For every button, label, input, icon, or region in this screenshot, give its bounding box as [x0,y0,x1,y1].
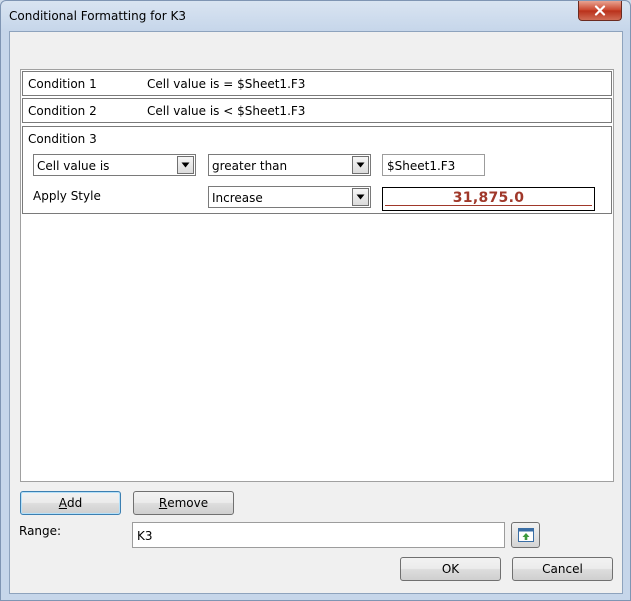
range-input[interactable]: K3 [132,522,505,548]
cancel-button[interactable]: Cancel [512,557,613,581]
shrink-range-button[interactable] [511,522,540,548]
chevron-down-icon [356,162,365,168]
remove-button-mnemonic: R [158,496,168,510]
add-button-mnemonic: A [58,496,67,510]
condition-3-panel: Condition 3 Cell value is greater than $… [22,126,612,214]
shrink-range-icon [517,528,534,542]
dialog-body: Condition 1 Cell value is = $Sheet1.F3 C… [9,31,623,594]
operator-dropdown[interactable]: greater than [208,154,371,176]
remove-button[interactable]: Remove [133,491,234,515]
operator-value: greater than [212,159,288,173]
chevron-down-icon [356,194,365,200]
range-value: K3 [137,529,153,543]
range-label: Range: [19,524,62,538]
style-preview: 31,875.0 [382,187,595,211]
add-button[interactable]: Add [20,491,121,515]
style-dropdown[interactable]: Increase [208,186,371,208]
dialog-window: Conditional Formatting for K3 Condition … [0,0,631,601]
condition-type-dropdown-button[interactable] [177,156,194,174]
ok-button[interactable]: OK [400,557,501,581]
apply-style-label: Apply Style [33,189,101,203]
window-title: Conditional Formatting for K3 [9,9,186,23]
chevron-down-icon [181,162,190,168]
operator-dropdown-button[interactable] [352,156,369,174]
title-bar[interactable]: Conditional Formatting for K3 [1,1,630,31]
condition-2-label: Condition 2 [28,104,97,118]
condition-2-description: Cell value is < $Sheet1.F3 [147,104,306,118]
condition-type-dropdown[interactable]: Cell value is [33,154,196,176]
close-button[interactable] [578,1,622,21]
ok-button-label: OK [441,562,460,576]
remove-button-label: emove [167,496,209,510]
operand-value: $Sheet1.F3 [387,159,456,173]
condition-2-row[interactable]: Condition 2 Cell value is < $Sheet1.F3 [22,98,612,123]
style-preview-text: 31,875.0 [452,190,525,206]
operand-input[interactable]: $Sheet1.F3 [382,154,485,176]
style-value: Increase [212,191,263,205]
condition-1-row[interactable]: Condition 1 Cell value is = $Sheet1.F3 [22,71,612,96]
condition-1-label: Condition 1 [28,77,97,91]
conditions-list: Condition 1 Cell value is = $Sheet1.F3 C… [20,69,614,482]
close-icon [594,5,606,16]
style-dropdown-button[interactable] [352,188,369,206]
condition-1-description: Cell value is = $Sheet1.F3 [147,77,306,91]
condition-type-value: Cell value is [37,159,110,173]
add-button-label: dd [66,496,83,510]
cancel-button-label: Cancel [542,562,583,576]
condition-3-label: Condition 3 [28,132,97,146]
